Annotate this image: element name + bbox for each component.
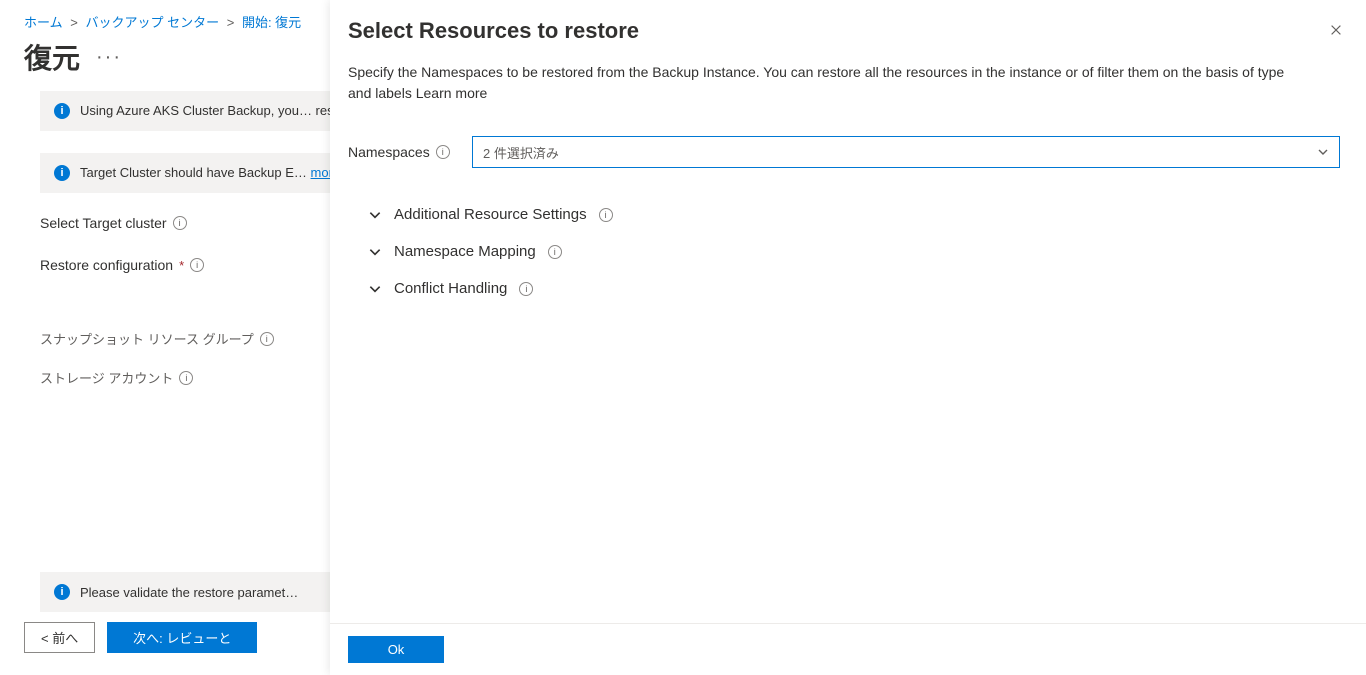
info-text: Target Cluster should have Backup E… mor… xyxy=(80,165,340,180)
label-namespaces: Namespaces xyxy=(348,144,430,160)
accordion-namespace-mapping[interactable]: Namespace Mapping i xyxy=(348,233,1348,270)
select-resources-blade: Select Resources to restore Specify the … xyxy=(330,0,1366,675)
accordion-label: Namespace Mapping xyxy=(394,243,536,260)
info-icon: i xyxy=(54,584,70,600)
chevron-down-icon xyxy=(1317,146,1329,158)
breadcrumb-start-restore[interactable]: 開始: 復元 xyxy=(242,15,301,30)
help-icon[interactable]: i xyxy=(179,371,193,385)
validate-text: Please validate the restore paramet… xyxy=(80,585,298,600)
required-asterisk: * xyxy=(179,258,184,273)
blade-footer: Ok xyxy=(330,623,1366,675)
help-icon[interactable]: i xyxy=(260,332,274,346)
wizard-footer: < 前へ 次へ: レビューと xyxy=(24,622,257,653)
info-icon: i xyxy=(54,165,70,181)
accordion-additional-resource-settings[interactable]: Additional Resource Settings i xyxy=(348,196,1348,233)
accordion-label: Conflict Handling xyxy=(394,280,507,297)
breadcrumb-backup-center[interactable]: バックアップ センター xyxy=(85,15,219,30)
help-icon[interactable]: i xyxy=(599,208,613,222)
namespaces-dropdown[interactable]: 2 件選択済み xyxy=(472,136,1340,168)
label-storage-account: ストレージ アカウント xyxy=(40,368,173,387)
breadcrumb-sep: > xyxy=(70,15,78,30)
help-icon[interactable]: i xyxy=(519,282,533,296)
blade-title: Select Resources to restore xyxy=(348,18,639,44)
help-icon[interactable]: i xyxy=(173,216,187,230)
chevron-down-icon xyxy=(368,208,382,222)
accordion-label: Additional Resource Settings xyxy=(394,206,587,223)
accordion-conflict-handling[interactable]: Conflict Handling i xyxy=(348,270,1348,307)
blade-description: Specify the Namespaces to be restored fr… xyxy=(348,62,1308,104)
page-title: 復元 xyxy=(24,37,80,77)
chevron-down-icon xyxy=(368,282,382,296)
help-icon[interactable]: i xyxy=(190,258,204,272)
namespaces-selected-value: 2 件選択済み xyxy=(483,143,559,162)
info-icon: i xyxy=(54,103,70,119)
breadcrumb-home[interactable]: ホーム xyxy=(24,15,63,30)
ok-button[interactable]: Ok xyxy=(348,636,444,663)
next-button[interactable]: 次へ: レビューと xyxy=(107,622,257,653)
help-icon[interactable]: i xyxy=(436,145,450,159)
help-icon[interactable]: i xyxy=(548,245,562,259)
breadcrumb-sep: > xyxy=(227,15,235,30)
label-snapshot-resource-group: スナップショット リソース グループ xyxy=(40,329,254,348)
label-select-target-cluster: Select Target cluster xyxy=(40,215,167,231)
label-restore-configuration: Restore configuration xyxy=(40,257,173,273)
prev-button[interactable]: < 前へ xyxy=(24,622,95,653)
chevron-down-icon xyxy=(368,245,382,259)
close-icon[interactable] xyxy=(1324,18,1348,42)
more-actions-icon[interactable]: ··· xyxy=(96,47,122,67)
